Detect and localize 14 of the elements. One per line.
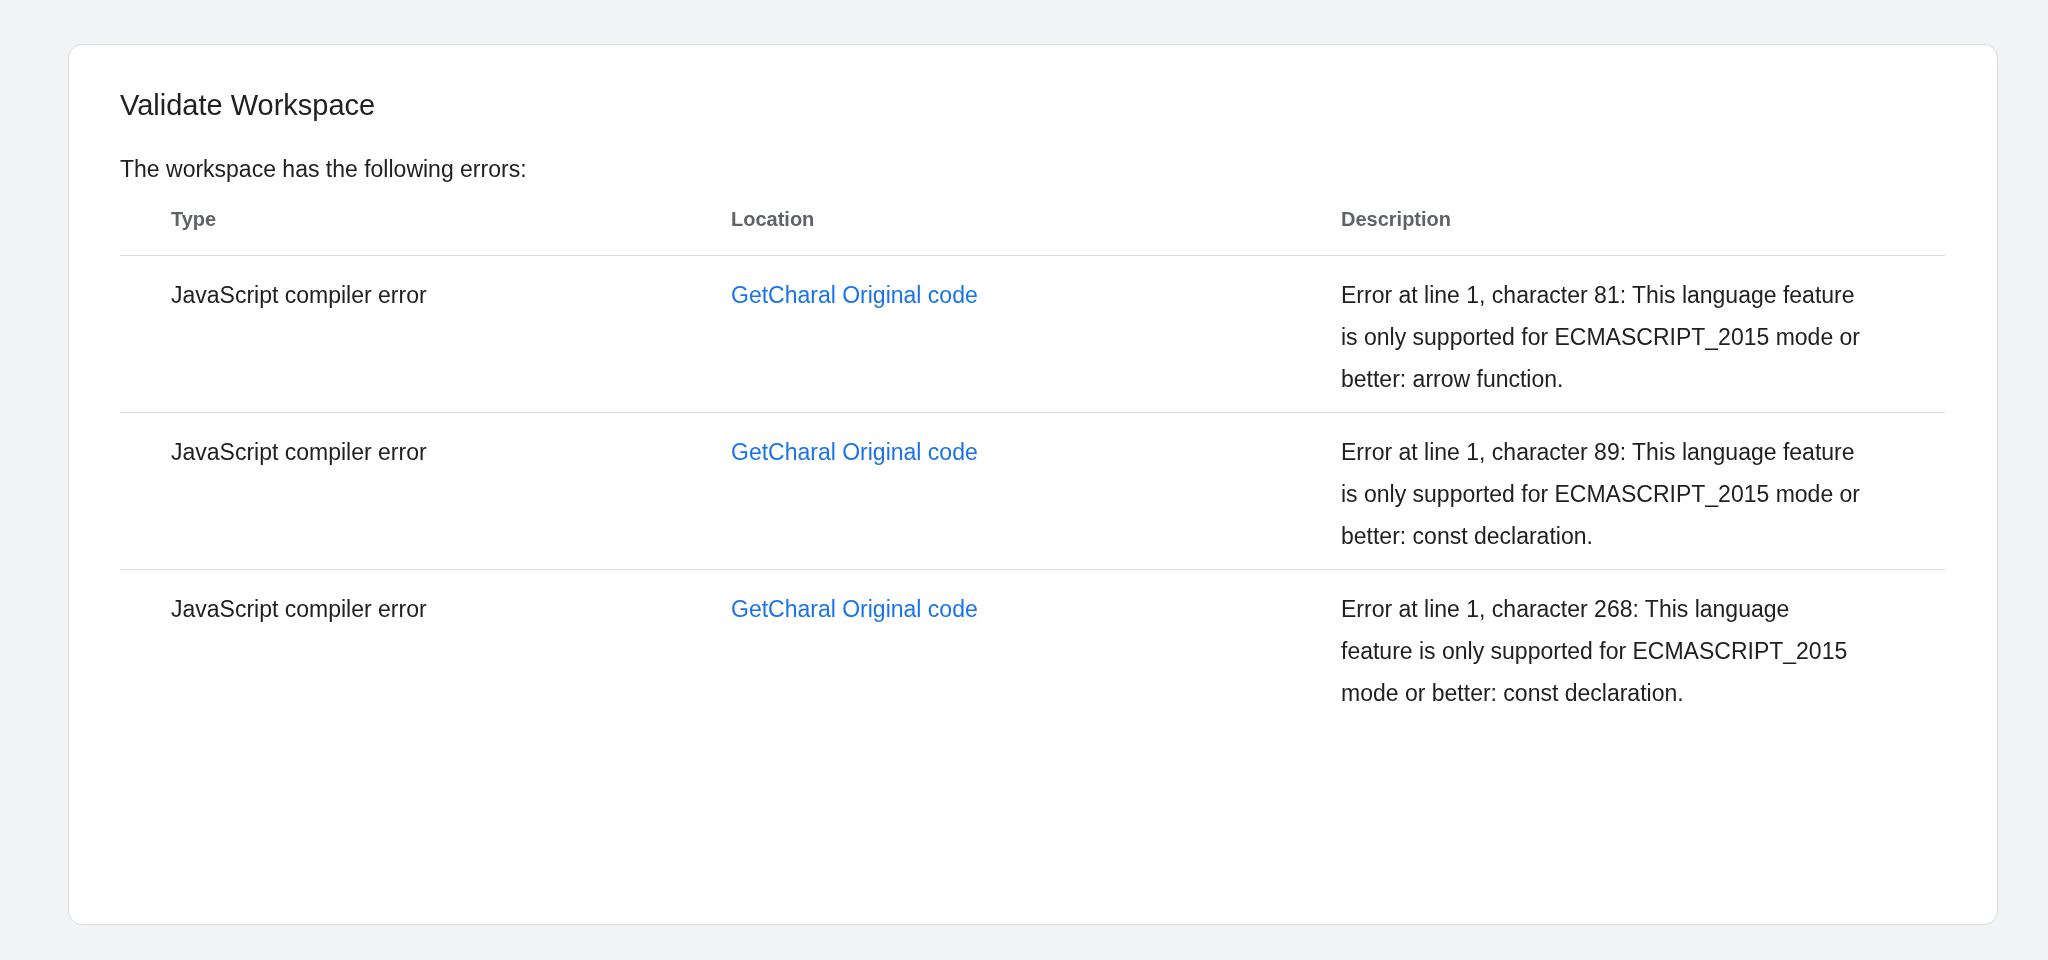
subtitle-text: The workspace has the following errors: (120, 155, 527, 184)
column-header: Location (731, 208, 815, 230)
location-link[interactable]: GetCharal Original code (731, 596, 978, 622)
table-cell: JavaScript compiler error (171, 439, 427, 465)
table-cell-text: Error at line 1, character 268: This language feature is only supported for ECMASCRIPT_2015 mode or better: const declaration. (1341, 595, 1849, 708)
table-cell-text: Error at line 1, character 81: This language feature is only supported for ECMASCRIPT_2015 mode or better: arrow function. (1341, 281, 1861, 394)
table-cell: JavaScript compiler error (171, 596, 427, 622)
location-link[interactable]: GetCharal Original code (731, 282, 978, 308)
location-link[interactable]: GetCharal Original code (731, 439, 978, 465)
table-cell-text: Error at line 1, character 89: This language feature is only supported for ECMASCRIPT_2015 mode or better: const declaration. (1341, 438, 1861, 551)
dialog-title: Validate Workspace (120, 88, 376, 123)
table-cell: JavaScript compiler error (171, 282, 427, 308)
column-header: Type (171, 208, 217, 230)
column-header: Description (1341, 208, 1452, 230)
